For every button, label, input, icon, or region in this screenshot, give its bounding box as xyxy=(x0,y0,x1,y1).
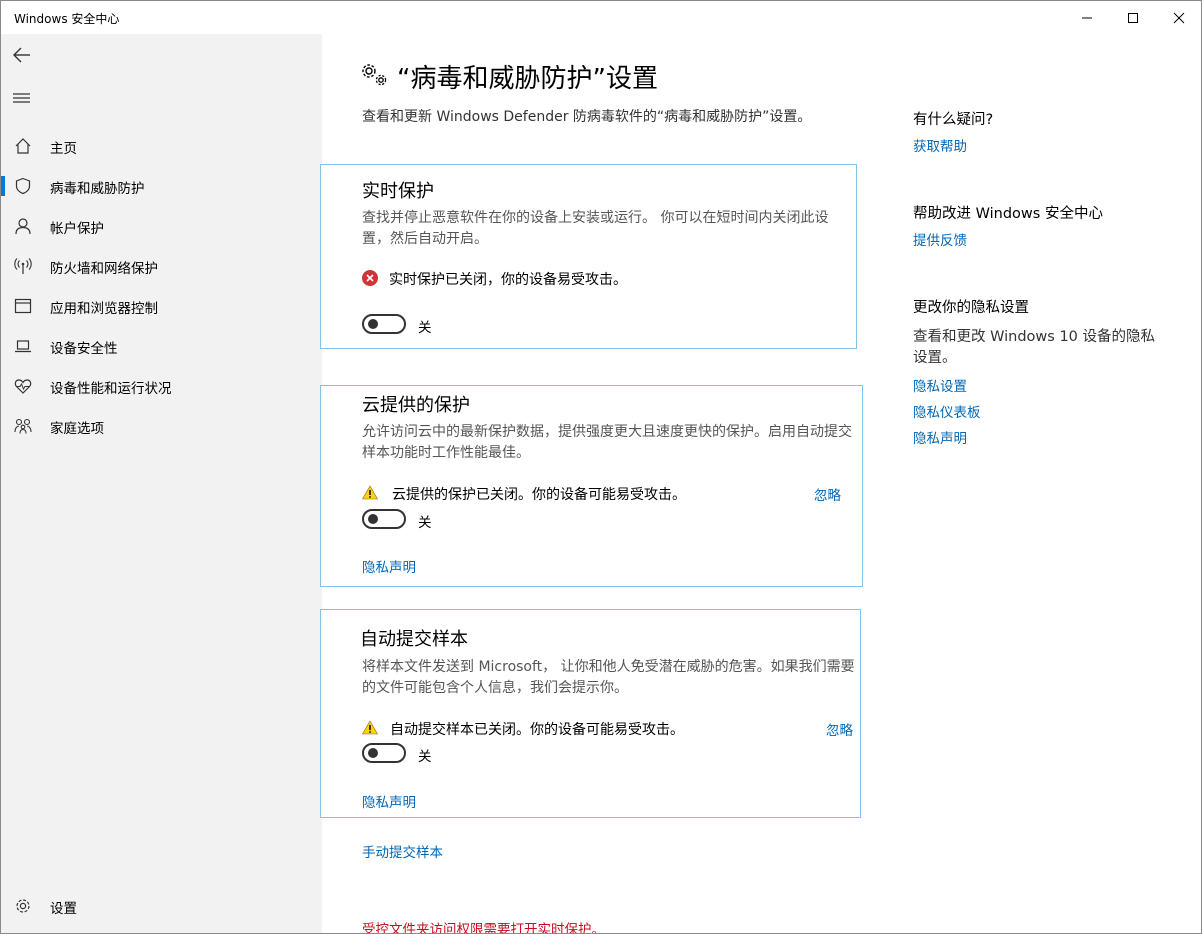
laptop-icon xyxy=(13,337,33,355)
privacy-settings-link[interactable]: 隐私设置 xyxy=(913,375,967,395)
cloud-privacy-link[interactable]: 隐私声明 xyxy=(362,556,416,576)
sidebar-item-home[interactable]: 主页 xyxy=(1,126,322,166)
sidebar-item-label: 主页 xyxy=(50,141,77,157)
cloud-toggle-label: 关 xyxy=(418,515,432,531)
sample-submission-card: 自动提交样本 将样本文件发送到 Microsoft， 让你和他人免受潜在威胁的危… xyxy=(320,609,861,818)
sidebar-item-firewall[interactable]: 防火墙和网络保护 xyxy=(1,246,322,286)
privacy-heading: 更改你的隐私设置 xyxy=(913,300,1029,316)
sidebar-item-label: 防火墙和网络保护 xyxy=(50,261,158,277)
hamburger-icon xyxy=(13,93,30,103)
sample-dismiss-link[interactable]: 忽略 xyxy=(826,719,853,739)
realtime-protection-toggle[interactable] xyxy=(362,314,406,334)
minimize-icon xyxy=(1082,17,1092,18)
improve-heading: 帮助改进 Windows 安全中心 xyxy=(913,206,1103,222)
sample-submission-description: 将样本文件发送到 Microsoft， 让你和他人免受潜在威胁的危害。如果我们需… xyxy=(362,659,855,696)
cloud-status-text: 云提供的保护已关闭。你的设备可能易受攻击。 xyxy=(392,487,686,503)
sidebar-item-account[interactable]: 帐户保护 xyxy=(1,206,322,246)
warning-icon xyxy=(361,720,379,739)
heart-icon xyxy=(13,377,33,395)
realtime-protection-card: 实时保护 查找并停止恶意软件在你的设备上安装或运行。 你可以在短时间内关闭此设置… xyxy=(320,164,857,349)
maximize-icon xyxy=(1128,12,1138,23)
sidebar-item-label: 设备安全性 xyxy=(50,341,118,357)
privacy-statement-link[interactable]: 隐私声明 xyxy=(913,427,967,447)
realtime-status-text: 实时保护已关闭，你的设备易受攻击。 xyxy=(389,272,627,288)
page-title: “病毒和威胁防护”设置 xyxy=(397,64,658,94)
feedback-link[interactable]: 提供反馈 xyxy=(913,229,967,249)
controlled-folder-warning: 受控文件夹访问权限需要打开实时保护。 xyxy=(362,922,605,934)
maximize-button[interactable] xyxy=(1110,1,1156,34)
get-help-link[interactable]: 获取帮助 xyxy=(913,135,967,155)
family-icon xyxy=(13,417,33,435)
sidebar-item-device-health[interactable]: 设备性能和运行状况 xyxy=(1,366,322,406)
back-arrow-icon xyxy=(13,47,30,63)
back-button[interactable] xyxy=(11,44,33,66)
hamburger-menu-button[interactable] xyxy=(11,88,33,110)
sidebar-item-app-browser[interactable]: 应用和浏览器控制 xyxy=(1,286,322,326)
cloud-protection-card: 云提供的保护 允许访问云中的最新保护数据，提供强度更大且速度更快的保护。启用自动… xyxy=(320,385,863,587)
sample-submission-title: 自动提交样本 xyxy=(360,629,468,650)
title-bar: Windows 安全中心 xyxy=(1,1,1201,34)
manual-submit-link[interactable]: 手动提交样本 xyxy=(362,841,443,861)
privacy-description: 查看和更改 Windows 10 设备的隐私设置。 xyxy=(913,329,1156,366)
wireless-icon xyxy=(13,257,33,275)
sidebar-item-label: 家庭选项 xyxy=(50,421,104,437)
close-button[interactable] xyxy=(1156,1,1201,34)
cloud-protection-description: 允许访问云中的最新保护数据，提供强度更大且速度更快的保护。启用自动提交样本功能时… xyxy=(362,424,852,461)
window-title: Windows 安全中心 xyxy=(14,12,120,26)
settings-gears-icon xyxy=(361,62,389,88)
sidebar-item-label: 帐户保护 xyxy=(50,221,104,237)
person-icon xyxy=(13,217,33,235)
warning-icon xyxy=(361,485,379,504)
sample-toggle-label: 关 xyxy=(418,749,432,765)
realtime-toggle-label: 关 xyxy=(418,320,432,336)
app-window-icon xyxy=(13,297,33,315)
realtime-protection-description: 查找并停止恶意软件在你的设备上安装或运行。 你可以在短时间内关闭此设置，然后自动… xyxy=(362,210,829,247)
sidebar-item-label: 应用和浏览器控制 xyxy=(50,301,158,317)
close-icon xyxy=(1173,12,1185,23)
cloud-dismiss-link[interactable]: 忽略 xyxy=(814,484,841,504)
sample-submission-toggle[interactable] xyxy=(362,743,406,763)
app-window: Windows 安全中心 主页 病毒和威胁防护 帐户保护 防火墙和网络保护 应用… xyxy=(0,0,1202,934)
home-icon xyxy=(13,137,33,155)
realtime-protection-title: 实时保护 xyxy=(362,181,434,202)
sample-status-text: 自动提交样本已关闭。你的设备可能易受攻击。 xyxy=(390,722,684,738)
sample-privacy-link[interactable]: 隐私声明 xyxy=(362,791,416,811)
page-description: 查看和更新 Windows Defender 防病毒软件的“病毒和威胁防护”设置… xyxy=(362,109,812,125)
question-heading: 有什么疑问? xyxy=(913,112,994,128)
cloud-protection-toggle[interactable] xyxy=(362,509,406,529)
shield-icon xyxy=(13,177,33,195)
privacy-dashboard-link[interactable]: 隐私仪表板 xyxy=(913,401,981,421)
settings-label: 设置 xyxy=(50,901,77,917)
error-icon xyxy=(362,270,378,290)
sidebar-item-virus-protection[interactable]: 病毒和威胁防护 xyxy=(1,166,322,206)
cloud-protection-title: 云提供的保护 xyxy=(362,395,470,416)
sidebar-item-family[interactable]: 家庭选项 xyxy=(1,406,322,446)
sidebar-item-label: 设备性能和运行状况 xyxy=(50,381,172,397)
sidebar: 主页 病毒和威胁防护 帐户保护 防火墙和网络保护 应用和浏览器控制 设备安全性 … xyxy=(1,34,322,933)
sidebar-item-label: 病毒和威胁防护 xyxy=(50,181,145,197)
gear-icon xyxy=(13,897,33,915)
sidebar-item-settings[interactable]: 设置 xyxy=(1,886,322,926)
sidebar-item-device-security[interactable]: 设备安全性 xyxy=(1,326,322,366)
minimize-button[interactable] xyxy=(1064,1,1110,34)
